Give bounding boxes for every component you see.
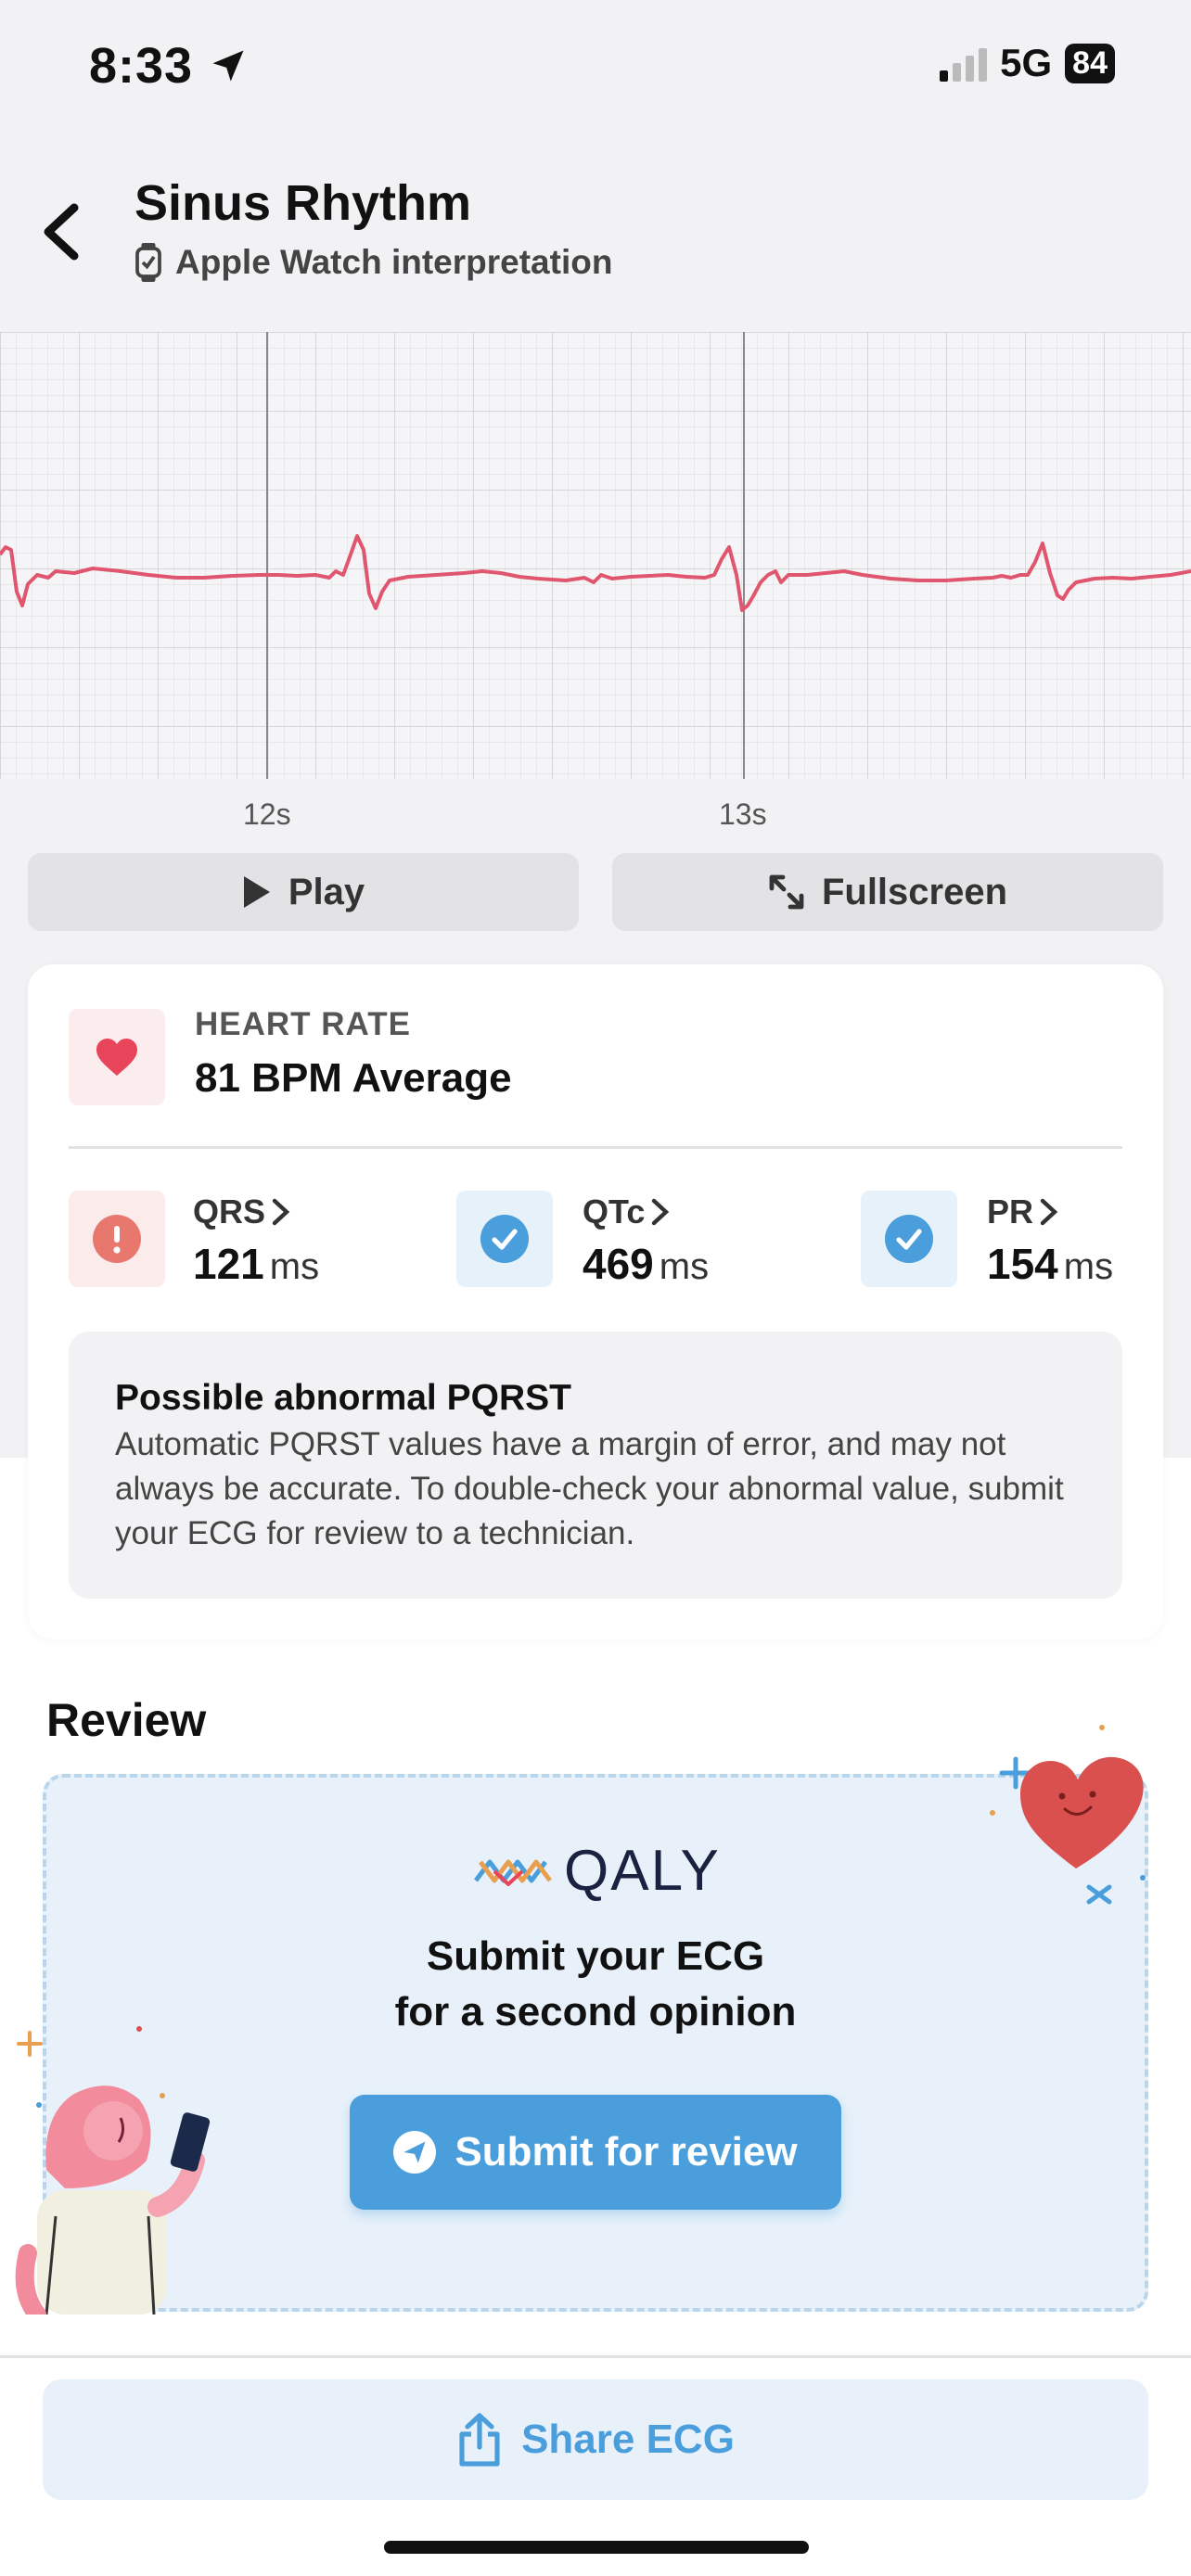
submit-for-review-button[interactable]: Submit for review	[350, 2095, 841, 2210]
share-label: Share ECG	[521, 2417, 735, 2462]
qtc-name: QTc	[583, 1192, 646, 1231]
qrs-status-box	[69, 1191, 165, 1287]
chevron-right-icon	[272, 1198, 290, 1226]
network-type: 5G	[1000, 41, 1053, 84]
heart-icon	[96, 1039, 137, 1076]
share-icon	[459, 2413, 500, 2467]
qaly-wordmark: QALY	[564, 1839, 721, 1903]
send-icon	[393, 2131, 437, 2174]
notice-title: Possible abnormal PQRST	[115, 1378, 571, 1418]
play-label: Play	[288, 871, 365, 912]
watch-icon	[135, 243, 161, 282]
heart-rate-value: 81 BPM Average	[195, 1055, 512, 1101]
heart-illustration	[990, 1725, 1146, 1905]
heart-rate-label: HEART RATE	[195, 1006, 411, 1042]
person-illustration	[15, 2026, 211, 2315]
qtc-link[interactable]: QTc	[583, 1192, 671, 1231]
pr-value: 154 ms	[987, 1240, 1114, 1288]
check-icon	[480, 1215, 529, 1263]
chevron-right-icon	[1040, 1198, 1058, 1226]
heart-rate-icon-box	[69, 1009, 165, 1105]
play-button[interactable]: Play	[28, 853, 579, 931]
ecg-tick-label: 13s	[719, 797, 767, 831]
review-description: Submit your ECG for a second opinion	[394, 1933, 797, 2034]
signal-icon	[940, 45, 988, 82]
home-indicator[interactable]	[384, 2541, 809, 2554]
expand-icon	[769, 874, 804, 910]
ecg-tick-label: 12s	[243, 797, 291, 831]
qaly-logo: QALY	[471, 1838, 721, 1904]
pr-status-box	[861, 1191, 957, 1287]
qtc-status-box	[456, 1191, 553, 1287]
card-divider	[69, 1146, 1122, 1149]
metrics-card: HEART RATE 81 BPM Average QRS 121 ms QTc …	[28, 964, 1163, 1639]
ecg-chart[interactable]	[0, 332, 1191, 779]
qtc-value: 469 ms	[583, 1240, 710, 1288]
qaly-logo-icon	[474, 1859, 552, 1886]
status-indicators: 5G 84	[940, 41, 1115, 85]
fullscreen-button[interactable]: Fullscreen	[612, 853, 1163, 931]
qrs-link[interactable]: QRS	[193, 1192, 291, 1231]
page-subtitle: Apple Watch interpretation	[134, 243, 612, 282]
status-time: 8:33	[89, 37, 249, 95]
notice-body: Automatic PQRST values have a margin of …	[115, 1426, 1064, 1551]
alert-icon	[93, 1215, 141, 1263]
pr-link[interactable]: PR	[987, 1192, 1059, 1231]
battery-level: 84	[1065, 43, 1115, 83]
qrs-value: 121 ms	[193, 1240, 320, 1288]
abnormal-notice: Possible abnormal PQRST Automatic PQRST …	[69, 1332, 1122, 1599]
back-button[interactable]	[33, 202, 89, 261]
submit-label: Submit for review	[455, 2129, 798, 2174]
chevron-left-icon	[44, 203, 79, 261]
review-heading: Review	[46, 1694, 207, 1746]
check-icon	[885, 1215, 933, 1263]
subtitle-text: Apple Watch interpretation	[175, 243, 613, 281]
play-icon	[243, 876, 270, 908]
pr-name: PR	[987, 1192, 1034, 1231]
bottom-divider	[0, 2355, 1191, 2358]
fullscreen-label: Fullscreen	[821, 871, 1008, 912]
qrs-name: QRS	[193, 1192, 266, 1231]
ecg-grid	[0, 332, 1191, 779]
chevron-right-icon	[652, 1198, 670, 1226]
share-ecg-button[interactable]: Share ECG	[43, 2379, 1148, 2500]
page-title: Sinus Rhythm	[134, 175, 472, 231]
location-arrow-icon	[212, 50, 244, 82]
